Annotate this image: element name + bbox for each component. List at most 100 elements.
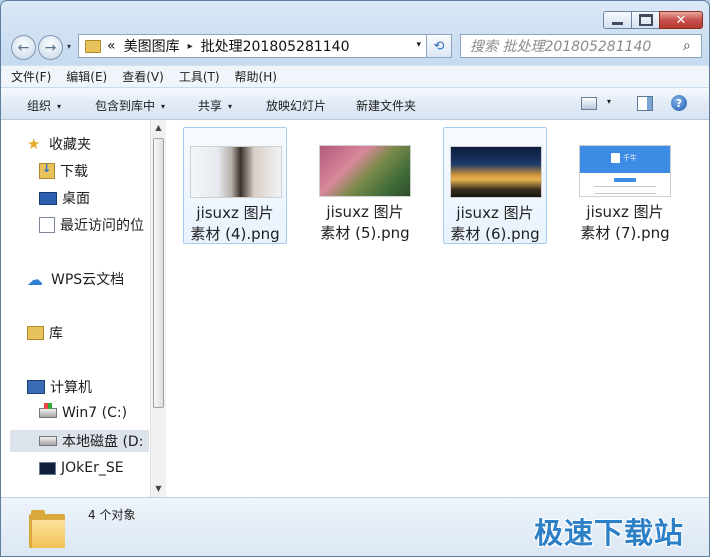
- nav-desktop-label: 桌面: [62, 191, 90, 207]
- back-arrow-icon: ←: [17, 39, 30, 56]
- menu-bar: 文件(F) 编辑(E) 查看(V) 工具(T) 帮助(H): [1, 65, 709, 87]
- breadcrumb-item-current[interactable]: 批处理201805281140: [201, 36, 350, 56]
- menu-view[interactable]: 查看(V): [122, 68, 164, 85]
- file-item[interactable]: jisuxz 图片 素材 (5).png: [313, 127, 417, 244]
- nav-drive-c[interactable]: Win7 (C:): [39, 402, 127, 424]
- maximize-icon: [638, 14, 653, 26]
- image-thumbnail: [190, 146, 282, 198]
- organize-label: 组织: [27, 99, 52, 113]
- file-name: jisuxz 图片 素材 (4).png: [184, 203, 286, 245]
- nav-recent[interactable]: 最近访问的位: [39, 214, 144, 236]
- computer-icon: [27, 380, 45, 394]
- slideshow-button[interactable]: 放映幻灯片: [266, 97, 326, 114]
- recent-pages-dropdown[interactable]: ▾: [67, 42, 71, 51]
- file-item[interactable]: jisuxz 图片 素材 (6).png: [443, 127, 547, 244]
- organize-button[interactable]: 组织 ▾: [27, 97, 61, 114]
- address-prefix[interactable]: «: [107, 38, 116, 54]
- nav-scrollbar[interactable]: ▲ ▼: [150, 120, 166, 497]
- thumbnail-button: [614, 178, 636, 182]
- chevron-down-icon: ▾: [57, 102, 62, 111]
- drive-icon: [39, 436, 57, 446]
- library-icon: [27, 326, 44, 340]
- nav-library[interactable]: 库: [27, 322, 63, 344]
- image-thumbnail: [319, 145, 411, 197]
- cloud-icon: ☁: [27, 269, 43, 289]
- file-name-line: 素材 (4).png: [190, 225, 280, 243]
- address-dropdown-icon[interactable]: ▾: [416, 40, 421, 50]
- new-folder-button[interactable]: 新建文件夹: [356, 97, 416, 114]
- view-options-icon[interactable]: [581, 97, 597, 110]
- nav-wps-cloud[interactable]: ☁ WPS云文档: [27, 268, 124, 290]
- search-input[interactable]: 搜索 批处理201805281140 ⌕: [460, 34, 702, 58]
- folder-icon: [29, 510, 65, 548]
- menu-file[interactable]: 文件(F): [11, 68, 51, 85]
- nav-recent-label: 最近访问的位: [60, 218, 144, 234]
- nav-wps-cloud-label: WPS云文档: [51, 272, 125, 288]
- nav-favorites[interactable]: ★ 收藏夹: [27, 133, 91, 155]
- navigation-pane: ★ 收藏夹 下载 桌面 最近访问的位 ☁ WPS云文档 库 计算机 Win7 (C:…: [1, 120, 166, 497]
- include-in-library-button[interactable]: 包含到库中 ▾: [95, 97, 165, 114]
- file-list: jisuxz 图片 素材 (4).png jisuxz 图片 素材 (5).png …: [167, 120, 709, 497]
- recent-places-icon: [39, 217, 55, 233]
- share-button[interactable]: 共享 ▾: [198, 97, 232, 114]
- menu-edit[interactable]: 编辑(E): [66, 68, 107, 85]
- image-thumbnail: 千牛: [579, 145, 671, 197]
- nav-drive-joker[interactable]: JOkEr_SE: [39, 457, 124, 479]
- menu-tools[interactable]: 工具(T): [179, 68, 220, 85]
- minimize-button[interactable]: [603, 11, 632, 29]
- chevron-down-icon[interactable]: ▾: [607, 97, 611, 106]
- back-button[interactable]: ←: [11, 35, 36, 60]
- menu-help[interactable]: 帮助(H): [235, 68, 277, 85]
- refresh-button[interactable]: ⟲: [427, 34, 452, 58]
- image-thumbnail: [450, 146, 542, 198]
- nav-library-label: 库: [49, 326, 63, 342]
- preview-pane-icon[interactable]: [637, 96, 653, 111]
- nav-drive-c-label: Win7 (C:): [62, 405, 128, 421]
- breadcrumb-item[interactable]: 美图图库: [124, 36, 180, 56]
- nav-drive-joker-label: JOkEr_SE: [61, 460, 124, 476]
- search-placeholder[interactable]: 搜索 批处理201805281140: [461, 36, 683, 56]
- folder-icon: [85, 39, 101, 53]
- scroll-up-icon[interactable]: ▲: [151, 120, 166, 136]
- chevron-down-icon: ▾: [228, 102, 233, 111]
- file-item[interactable]: jisuxz 图片 素材 (4).png: [183, 127, 287, 244]
- nav-computer[interactable]: 计算机: [27, 376, 92, 398]
- site-watermark: 极速下载站: [534, 516, 685, 550]
- file-name: jisuxz 图片 素材 (7).png: [573, 202, 677, 244]
- command-toolbar: 组织 ▾ 包含到库中 ▾ 共享 ▾ 放映幻灯片 新建文件夹 ▾ ?: [1, 88, 709, 120]
- desktop-icon: [39, 191, 57, 205]
- file-item[interactable]: 千牛 jisuxz 图片 素材 (7).png: [573, 127, 677, 244]
- nav-drive-d-label: 本地磁盘 (D:: [62, 434, 144, 450]
- include-in-library-label: 包含到库中: [95, 99, 156, 113]
- breadcrumb-separator-icon[interactable]: ▸: [188, 41, 193, 52]
- file-name-line: jisuxz 图片: [326, 203, 404, 221]
- file-name-line: jisuxz 图片: [196, 204, 274, 222]
- scrollbar-thumb[interactable]: [153, 138, 164, 408]
- search-icon[interactable]: ⌕: [683, 38, 701, 54]
- scroll-down-icon[interactable]: ▼: [151, 481, 166, 497]
- file-name: jisuxz 图片 素材 (6).png: [444, 203, 546, 245]
- help-icon[interactable]: ?: [671, 95, 687, 111]
- app-logo-icon: [611, 153, 620, 163]
- file-name-line: 素材 (5).png: [320, 224, 410, 242]
- forward-button[interactable]: →: [38, 35, 63, 60]
- nav-downloads[interactable]: 下载: [39, 160, 88, 182]
- caption-buttons: ✕: [603, 11, 703, 29]
- downloads-folder-icon: [39, 162, 55, 179]
- nav-computer-label: 计算机: [50, 380, 92, 396]
- navigation-bar: ← → ▾ « 美图图库 ▸ 批处理201805281140 ▾ ⟲ 搜索 批处…: [1, 32, 709, 62]
- file-name-line: jisuxz 图片: [586, 203, 664, 221]
- address-bar[interactable]: « 美图图库 ▸ 批处理201805281140 ▾: [78, 34, 427, 58]
- close-button[interactable]: ✕: [659, 11, 703, 29]
- nav-drive-d[interactable]: 本地磁盘 (D:: [10, 430, 149, 452]
- nav-favorites-label: 收藏夹: [49, 137, 91, 153]
- thumbnail-logo-text: 千牛: [623, 154, 637, 162]
- file-name-line: 素材 (7).png: [580, 224, 670, 242]
- nav-downloads-label: 下载: [60, 164, 88, 180]
- maximize-button[interactable]: [632, 11, 659, 29]
- close-icon: ✕: [675, 12, 687, 28]
- content-area: ★ 收藏夹 下载 桌面 最近访问的位 ☁ WPS云文档 库 计算机 Win7 (C:…: [1, 120, 709, 497]
- nav-desktop[interactable]: 桌面: [39, 187, 90, 209]
- share-label: 共享: [198, 99, 223, 113]
- file-name-line: jisuxz 图片: [456, 204, 534, 222]
